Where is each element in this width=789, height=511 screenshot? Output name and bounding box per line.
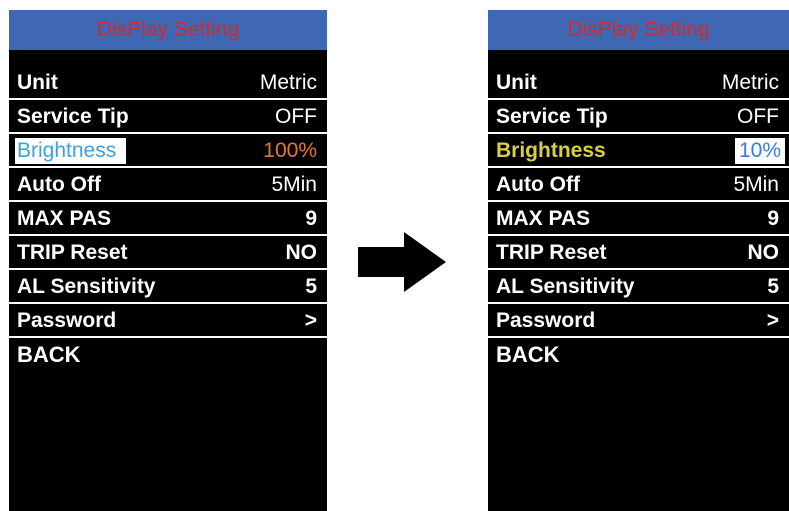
setting-value: Metric [721,71,779,94]
setting-label: Password [17,309,117,332]
setting-value: 5Min [733,173,779,196]
setting-value: 5 [305,275,317,298]
setting-label-selected: Brightness [496,139,606,162]
setting-value: Metric [259,71,317,94]
setting-label: Unit [17,71,58,94]
setting-value: 5Min [271,173,317,196]
setting-row-unit[interactable]: Unit Metric [9,66,327,100]
screen-title: DisPlay Setting [488,10,789,50]
setting-value: 100% [263,139,317,162]
setting-row-max-pas[interactable]: MAX PAS 9 [9,202,327,236]
back-button[interactable]: BACK [9,338,327,372]
settings-list: Unit Metric Service Tip OFF Brightness 1… [9,66,327,338]
display-setting-screen-before: DisPlay Setting Unit Metric Service Tip … [9,10,327,511]
setting-label: Auto Off [17,173,101,196]
display-setting-screen-after: DisPlay Setting Unit Metric Service Tip … [488,10,789,511]
setting-label: Unit [496,71,537,94]
setting-value: > [766,309,779,332]
setting-row-trip-reset[interactable]: TRIP Reset NO [488,236,789,270]
setting-row-auto-off[interactable]: Auto Off 5Min [9,168,327,202]
screen-title: DisPlay Setting [9,10,327,50]
setting-value-editing[interactable]: 10% [734,138,785,164]
setting-label: AL Sensitivity [17,275,156,298]
setting-label: Password [496,309,596,332]
setting-label: MAX PAS [17,207,112,230]
setting-value: NO [747,241,780,264]
setting-label: Service Tip [496,105,608,128]
setting-value: 9 [305,207,317,230]
setting-value: 9 [767,207,779,230]
setting-label-selected: Brightness [15,138,127,164]
setting-label: Service Tip [17,105,129,128]
setting-row-service-tip[interactable]: Service Tip OFF [488,100,789,134]
setting-value: 5 [767,275,779,298]
setting-row-password[interactable]: Password > [9,304,327,338]
setting-label: MAX PAS [496,207,591,230]
setting-row-al-sensitivity[interactable]: AL Sensitivity 5 [9,270,327,304]
setting-value: NO [285,241,318,264]
setting-value: > [304,309,317,332]
setting-row-brightness[interactable]: Brightness 10% [488,134,789,168]
setting-label: AL Sensitivity [496,275,635,298]
setting-row-brightness[interactable]: Brightness 100% [9,134,327,168]
settings-list: Unit Metric Service Tip OFF Brightness 1… [488,66,789,338]
setting-label: TRIP Reset [496,241,607,264]
right-arrow-icon [358,232,446,292]
setting-row-al-sensitivity[interactable]: AL Sensitivity 5 [488,270,789,304]
setting-row-service-tip[interactable]: Service Tip OFF [9,100,327,134]
setting-row-password[interactable]: Password > [488,304,789,338]
setting-row-max-pas[interactable]: MAX PAS 9 [488,202,789,236]
setting-label: Auto Off [496,173,580,196]
setting-row-auto-off[interactable]: Auto Off 5Min [488,168,789,202]
setting-value: OFF [275,105,317,128]
back-button[interactable]: BACK [488,338,789,372]
setting-value: OFF [737,105,779,128]
setting-label: TRIP Reset [17,241,128,264]
setting-row-trip-reset[interactable]: TRIP Reset NO [9,236,327,270]
setting-row-unit[interactable]: Unit Metric [488,66,789,100]
